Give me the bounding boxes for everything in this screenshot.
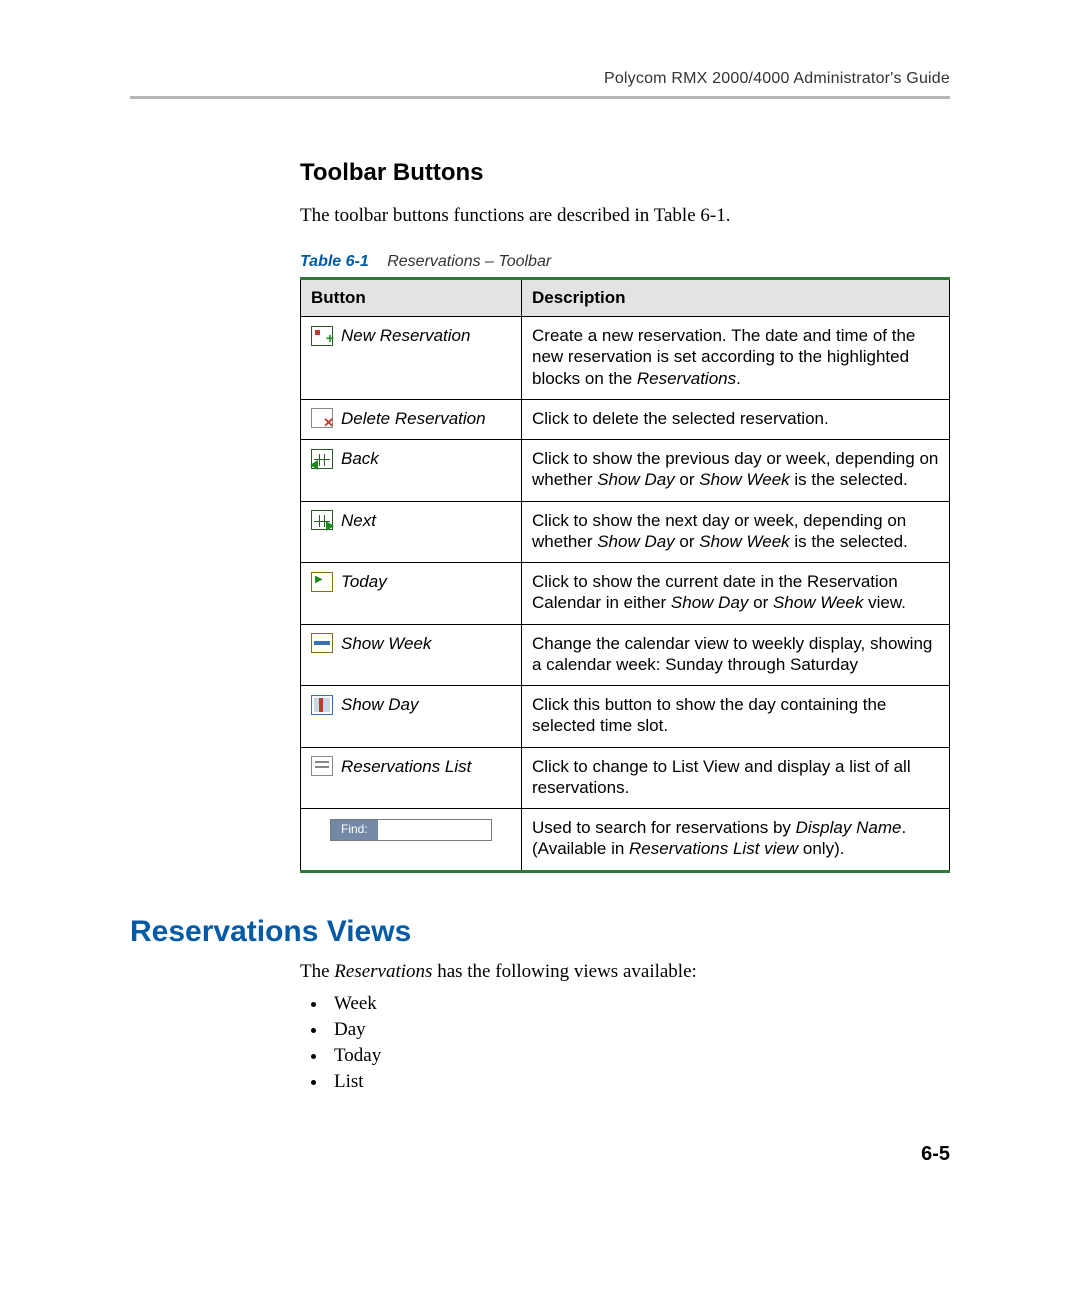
table-row: Today Click to show the current date in … [301,563,950,625]
list-item: Today [328,1045,950,1067]
button-label: Show Day [341,694,418,715]
button-label: Today [341,571,387,592]
find-label: Find: [331,820,378,840]
table-row: Show Week Change the calendar view to we… [301,624,950,686]
page-content: Polycom RMX 2000/4000 Administrator's Gu… [130,70,950,1097]
running-header: Polycom RMX 2000/4000 Administrator's Gu… [130,70,950,88]
th-description: Description [522,279,950,317]
header-rule [130,96,950,99]
next-icon [311,510,333,530]
button-label: Next [341,510,376,531]
show-day-icon [311,695,333,715]
table-row: Show Day Click this button to show the d… [301,686,950,748]
description-cell: Used to search for reservations by Displ… [522,809,950,872]
table-caption-label: Table 6-1 [300,253,369,270]
toolbar-buttons-heading: Toolbar Buttons [300,159,950,187]
button-label: New Reservation [341,325,470,346]
show-week-icon [311,633,333,653]
main-content: Toolbar Buttons The toolbar buttons func… [300,159,950,873]
th-button: Button [301,279,522,317]
description-cell: Click to show the next day or week, depe… [522,501,950,563]
button-label: Reservations List [341,756,471,777]
views-list: Week Day Today List [300,993,950,1093]
table-row: Back Click to show the previous day or w… [301,440,950,502]
button-label: Show Week [341,633,431,654]
table-caption: Table 6-1 Reservations – Toolbar [300,253,950,271]
toolbar-buttons-lead: The toolbar buttons functions are descri… [300,205,950,227]
reservations-views-heading: Reservations Views [130,915,950,949]
button-label: Delete Reservation [341,408,486,429]
back-icon [311,449,333,469]
delete-reservation-icon [311,408,333,428]
description-cell: Click to change to List View and display… [522,747,950,809]
find-widget: Find: [330,819,492,841]
reservations-toolbar-table: Button Description New Reservation Creat… [300,277,950,873]
table-row: New Reservation Create a new reservation… [301,317,950,400]
description-cell: Create a new reservation. The date and t… [522,317,950,400]
today-icon [311,572,333,592]
page-number: 6-5 [921,1143,950,1166]
description-cell: Click to delete the selected reservation… [522,399,950,439]
table-caption-title: Reservations – Toolbar [387,253,551,270]
description-cell: Click to show the current date in the Re… [522,563,950,625]
table-row: Delete Reservation Click to delete the s… [301,399,950,439]
reservations-views-section: Reservations Views The Reservations has … [130,915,950,1093]
list-item: List [328,1071,950,1093]
new-reservation-icon [311,326,333,346]
list-item: Week [328,993,950,1015]
table-row: Reservations List Click to change to Lis… [301,747,950,809]
list-item: Day [328,1019,950,1041]
description-cell: Change the calendar view to weekly displ… [522,624,950,686]
description-cell: Click this button to show the day contai… [522,686,950,748]
table-row: Find: Used to search for reservations by… [301,809,950,872]
button-label: Back [341,448,379,469]
reservations-list-icon [311,756,333,776]
table-row: Next Click to show the next day or week,… [301,501,950,563]
views-intro: The Reservations has the following views… [300,961,950,983]
find-field[interactable] [378,820,491,840]
description-cell: Click to show the previous day or week, … [522,440,950,502]
